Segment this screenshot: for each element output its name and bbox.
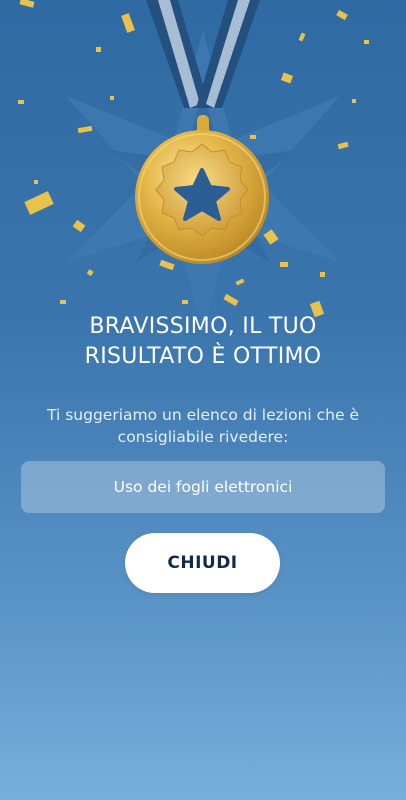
suggestion-text-line1: Ti suggeriamo un elenco di lezioni che è — [47, 406, 359, 424]
result-title-line2: RISULTATO È OTTIMO — [84, 344, 322, 369]
suggestion-text: Ti suggeriamo un elenco di lezioni che è… — [20, 404, 386, 448]
result-title: BRAVISSIMO, IL TUO RISULTATO È OTTIMO — [20, 312, 386, 372]
close-button[interactable]: CHIUDI — [125, 533, 280, 593]
lesson-item[interactable]: Uso dei fogli elettronici — [21, 461, 385, 513]
result-title-line1: BRAVISSIMO, IL TUO — [89, 314, 317, 339]
hero-illustration — [18, 0, 369, 320]
lesson-item-label: Uso dei fogli elettronici — [113, 478, 293, 496]
suggestion-text-line2: consigliabile rivedere: — [117, 428, 289, 446]
close-button-label: CHIUDI — [167, 553, 238, 573]
